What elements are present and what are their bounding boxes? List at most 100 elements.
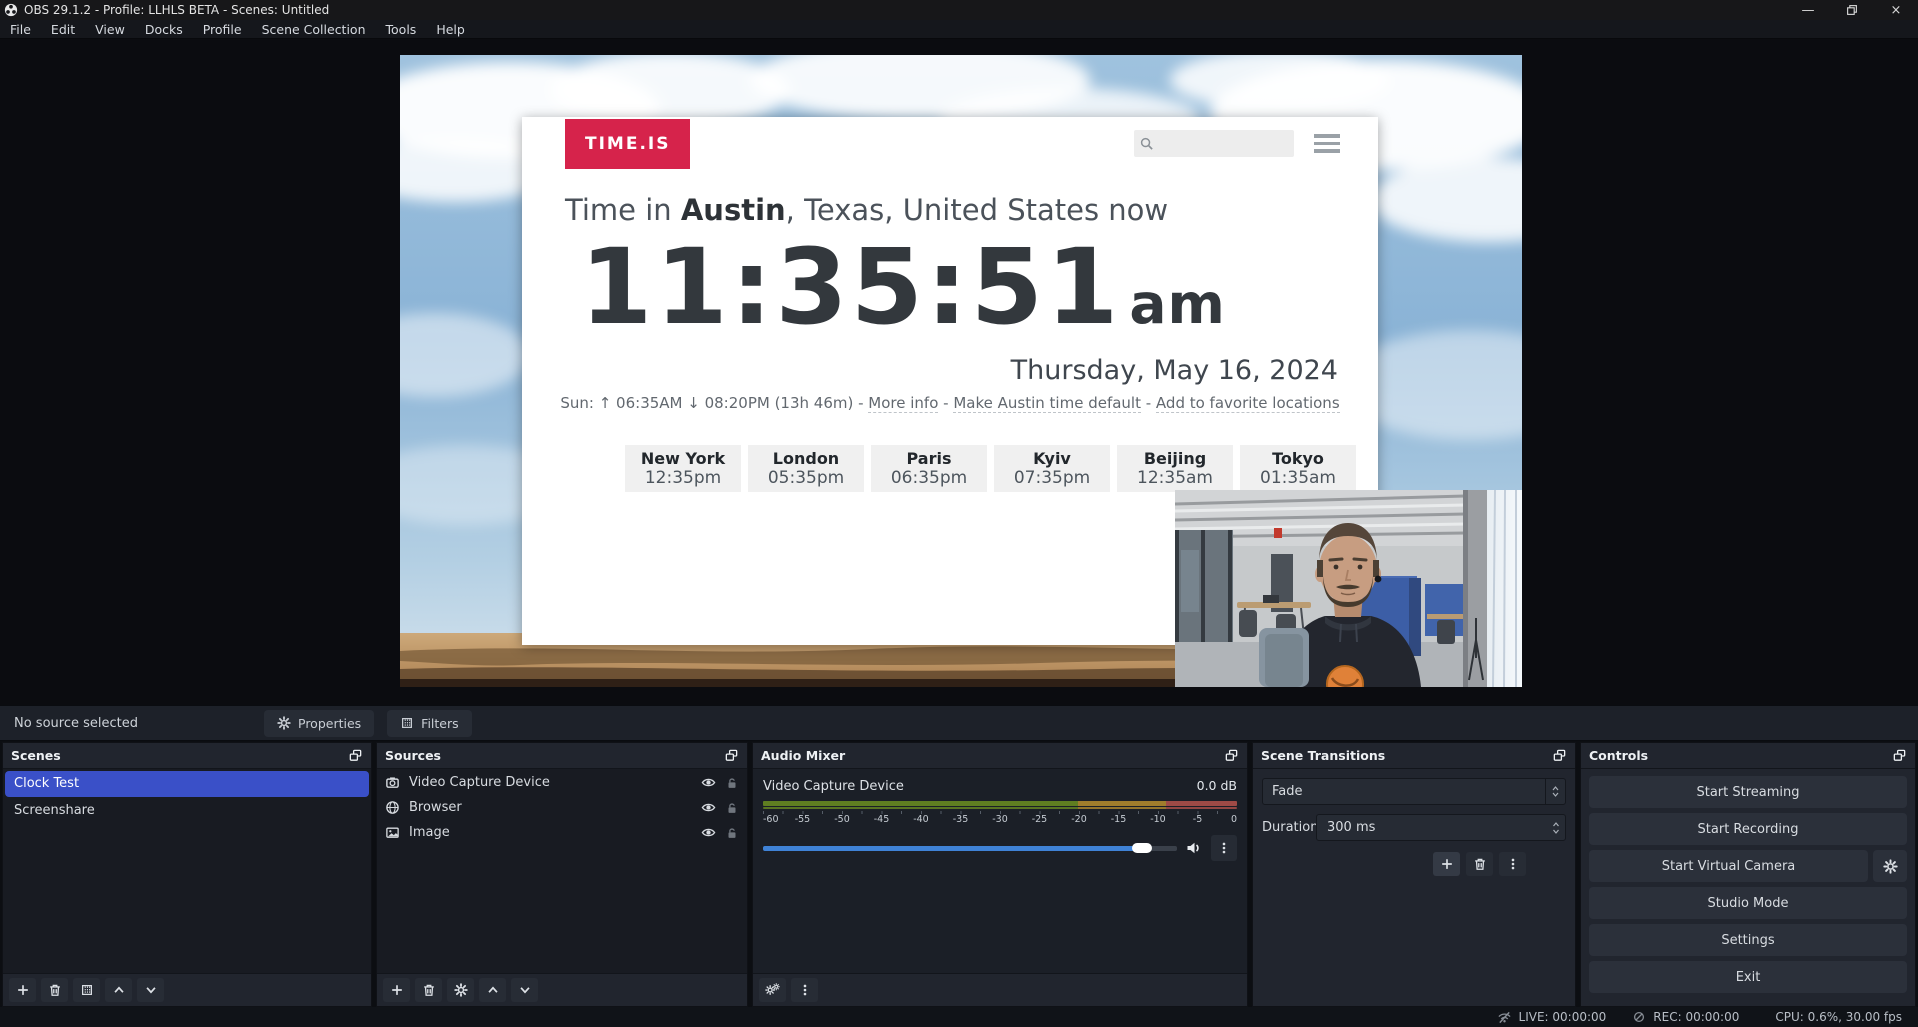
- status-bar: LIVE: 00:00:00 REC: 00:00:00 CPU: 0.6%, …: [0, 1007, 1918, 1027]
- minimize-button[interactable]: —: [1786, 0, 1830, 20]
- spin-up-icon[interactable]: [1551, 821, 1561, 827]
- popout-icon[interactable]: [1552, 748, 1567, 763]
- filters-button[interactable]: Filters: [387, 710, 471, 737]
- trash-icon: [48, 983, 62, 997]
- trash-icon: [1473, 857, 1487, 871]
- source-status-text: No source selected: [14, 716, 138, 731]
- volume-slider[interactable]: [763, 846, 1177, 851]
- scene-item-screenshare[interactable]: Screenshare: [5, 798, 369, 824]
- move-source-up-button[interactable]: [479, 978, 506, 1002]
- close-button[interactable]: ×: [1874, 0, 1918, 20]
- city-paris[interactable]: Paris06:35pm: [871, 445, 987, 492]
- city-beijing[interactable]: Beijing12:35am: [1117, 445, 1233, 492]
- start-streaming-button[interactable]: Start Streaming: [1589, 776, 1907, 808]
- lock-icon[interactable]: [725, 801, 739, 815]
- combo-stepper[interactable]: [1545, 779, 1565, 804]
- source-row-image[interactable]: Image: [377, 820, 747, 845]
- rec-status: REC: 00:00:00: [1632, 1010, 1739, 1024]
- hamburger-menu-icon[interactable]: [1314, 134, 1340, 153]
- scene-filters-button[interactable]: [73, 978, 100, 1002]
- menu-help[interactable]: Help: [426, 20, 475, 39]
- remove-transition-button[interactable]: [1466, 852, 1493, 876]
- camera-icon: [385, 775, 400, 790]
- duration-spinbox[interactable]: 300 ms: [1316, 814, 1566, 841]
- page-title: Time in Austin, Texas, United States now: [565, 193, 1378, 227]
- add-transition-button[interactable]: [1433, 852, 1460, 876]
- popout-icon[interactable]: [1892, 748, 1907, 763]
- clock-time: 11:35:51: [580, 226, 1121, 348]
- kebab-icon: [798, 983, 812, 997]
- make-default-link[interactable]: Make Austin time default: [953, 394, 1141, 413]
- volume-slider-handle[interactable]: [1132, 843, 1152, 853]
- menu-edit[interactable]: Edit: [41, 20, 85, 39]
- city-tokyo[interactable]: Tokyo01:35am: [1240, 445, 1356, 492]
- exit-button[interactable]: Exit: [1589, 961, 1907, 993]
- spin-down-icon[interactable]: [1551, 829, 1561, 835]
- duration-value: 300 ms: [1317, 820, 1385, 835]
- move-source-down-button[interactable]: [511, 978, 538, 1002]
- preview-canvas[interactable]: TIME.IS Time in Austin, Texas, United St…: [400, 55, 1522, 687]
- move-scene-up-button[interactable]: [105, 978, 132, 1002]
- cpu-status: CPU: 0.6%, 30.00 fps: [1775, 1010, 1902, 1024]
- eye-icon[interactable]: [701, 775, 716, 790]
- obs-window: OBS 29.1.2 - Profile: LLHLS BETA - Scene…: [0, 0, 1918, 1027]
- mixer-options-button[interactable]: [1211, 835, 1237, 861]
- restore-button[interactable]: [1830, 0, 1874, 20]
- city-newyork[interactable]: New York12:35pm: [625, 445, 741, 492]
- mixer-toolbar: [753, 973, 1247, 1006]
- volume-meter: [763, 801, 1237, 809]
- scene-item-clock-test[interactable]: Clock Test: [5, 771, 369, 797]
- preview-area: TIME.IS Time in Austin, Texas, United St…: [0, 39, 1918, 705]
- menu-docks[interactable]: Docks: [135, 20, 193, 39]
- source-properties-button[interactable]: [447, 978, 474, 1002]
- popout-icon[interactable]: [1224, 748, 1239, 763]
- live-status: LIVE: 00:00:00: [1497, 1010, 1607, 1025]
- add-source-button[interactable]: [383, 978, 410, 1002]
- search-input[interactable]: [1134, 130, 1294, 157]
- more-info-link[interactable]: More info: [868, 394, 938, 413]
- popout-icon[interactable]: [348, 748, 363, 763]
- lock-icon[interactable]: [725, 826, 739, 840]
- menu-scene-collection[interactable]: Scene Collection: [252, 20, 376, 39]
- virtual-camera-settings-button[interactable]: [1873, 850, 1907, 882]
- popout-icon[interactable]: [724, 748, 739, 763]
- clock-display: 11:35:51am: [580, 235, 1378, 339]
- plus-icon: [1440, 857, 1454, 871]
- properties-button[interactable]: Properties: [264, 710, 374, 737]
- start-recording-button[interactable]: Start Recording: [1589, 813, 1907, 845]
- lock-icon[interactable]: [725, 776, 739, 790]
- scenes-list: Clock Test Screenshare: [3, 769, 371, 973]
- eye-icon[interactable]: [701, 825, 716, 840]
- transition-properties-button[interactable]: [1499, 852, 1526, 876]
- advanced-audio-button[interactable]: [759, 978, 786, 1002]
- timeis-logo[interactable]: TIME.IS: [565, 119, 690, 169]
- menu-profile[interactable]: Profile: [193, 20, 252, 39]
- speaker-icon[interactable]: [1186, 840, 1202, 856]
- source-row-video-capture[interactable]: Video Capture Device: [377, 770, 747, 795]
- menu-tools[interactable]: Tools: [376, 20, 427, 39]
- filter-icon: [400, 716, 414, 730]
- city-london[interactable]: London05:35pm: [748, 445, 864, 492]
- studio-mode-button[interactable]: Studio Mode: [1589, 887, 1907, 919]
- sources-list: Video Capture Device Browser Image: [377, 769, 747, 973]
- webcam-overlay[interactable]: [1175, 490, 1522, 687]
- chevron-up-icon: [486, 983, 500, 997]
- city-kyiv[interactable]: Kyiv07:35pm: [994, 445, 1110, 492]
- move-scene-down-button[interactable]: [137, 978, 164, 1002]
- eye-icon[interactable]: [701, 800, 716, 815]
- add-scene-button[interactable]: [9, 978, 36, 1002]
- start-virtual-camera-button[interactable]: Start Virtual Camera: [1589, 850, 1868, 882]
- menu-file[interactable]: File: [0, 20, 41, 39]
- mixer-menu-button[interactable]: [791, 978, 818, 1002]
- trash-icon: [422, 983, 436, 997]
- plus-icon: [16, 983, 30, 997]
- remove-source-button[interactable]: [415, 978, 442, 1002]
- transition-select[interactable]: Fade: [1262, 778, 1566, 805]
- add-favorite-link[interactable]: Add to favorite locations: [1156, 394, 1340, 413]
- settings-button[interactable]: Settings: [1589, 924, 1907, 956]
- menu-view[interactable]: View: [85, 20, 135, 39]
- source-row-browser[interactable]: Browser: [377, 795, 747, 820]
- date-line: Thursday, May 16, 2024: [522, 355, 1338, 386]
- gear-icon: [454, 983, 468, 997]
- remove-scene-button[interactable]: [41, 978, 68, 1002]
